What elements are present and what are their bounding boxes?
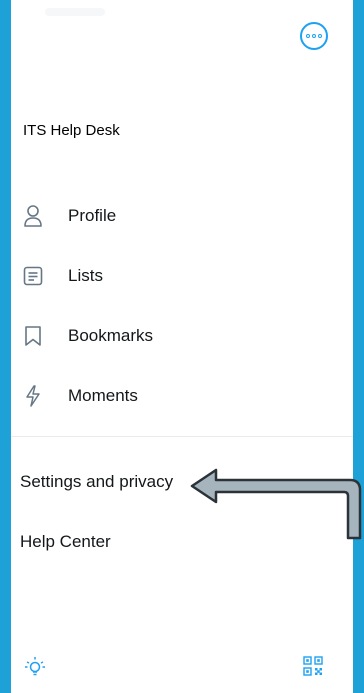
more-dot-icon: [306, 34, 310, 38]
divider: [11, 436, 353, 437]
account-name: ITS Help Desk: [23, 122, 120, 139]
menu-item-profile[interactable]: Profile: [11, 196, 311, 236]
menu-item-label: Moments: [68, 386, 138, 405]
menu-item-label: Profile: [68, 206, 117, 225]
lightning-icon: [19, 382, 47, 410]
menu-item-bookmarks[interactable]: Bookmarks: [11, 316, 311, 356]
more-options-button[interactable]: [300, 22, 328, 50]
menu-item-moments[interactable]: Moments: [11, 376, 311, 416]
menu-item-label: Bookmarks: [68, 326, 154, 345]
qr-code-icon[interactable]: [303, 656, 323, 676]
more-dot-icon: [312, 34, 316, 38]
lightbulb-icon[interactable]: [23, 655, 47, 679]
more-dot-icon: [318, 34, 322, 38]
pointer-arrow: [190, 468, 362, 540]
bookmark-icon: [19, 322, 47, 350]
menu-item-lists[interactable]: Lists: [11, 256, 311, 296]
person-icon: [19, 202, 47, 230]
navigation-drawer: ITS Help Desk Profile Lists Bookmarks Mo…: [11, 0, 353, 693]
menu-item-label: Lists: [68, 266, 103, 285]
settings-and-privacy-link[interactable]: Settings and privacy: [20, 472, 173, 492]
list-icon: [19, 262, 47, 290]
help-center-link[interactable]: Help Center: [20, 532, 111, 552]
status-area: [45, 8, 105, 16]
